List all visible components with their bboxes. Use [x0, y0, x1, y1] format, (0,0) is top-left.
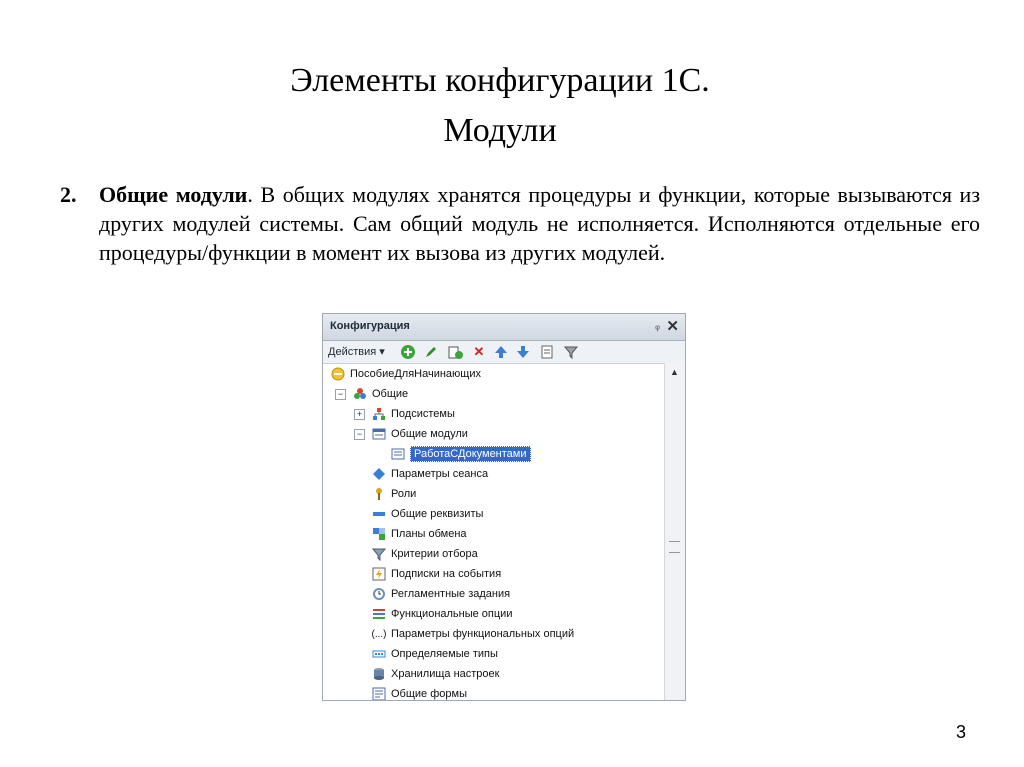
tree-item-event-subscriptions[interactable]: Подписки на события [372, 565, 501, 583]
configuration-panel: Конфигурация ᵩ ✕ Действия ▾ ✕ ПособиеДля… [322, 313, 686, 701]
tree-item-label: Роли [391, 488, 417, 500]
move-down-icon[interactable] [515, 344, 531, 360]
config-root-icon [331, 367, 345, 381]
session-params-icon [372, 467, 386, 481]
tree-item-subsystems[interactable]: Подсистемы [372, 405, 455, 423]
tree-item-filter-criteria[interactable]: Критерии отбора [372, 545, 478, 563]
tree-item-defined-types[interactable]: Определяемые типы [372, 645, 498, 663]
tree-item-scheduled-jobs[interactable]: Регламентные задания [372, 585, 510, 603]
actions-menu-button[interactable]: Действия ▾ [328, 345, 385, 358]
panel-title: Конфигурация [330, 320, 410, 332]
pin-icon[interactable]: ᵩ [655, 320, 660, 332]
move-up-icon[interactable] [493, 344, 509, 360]
event-subscriptions-icon [372, 567, 386, 581]
roles-icon [372, 487, 386, 501]
tree-item-label-selected: РаботаСДокументами [410, 446, 531, 462]
filter-icon[interactable] [563, 344, 579, 360]
tree-item-label: Хранилища настроек [391, 668, 500, 680]
tree-item-exchange-plans[interactable]: Планы обмена [372, 525, 467, 543]
tree-item-label: Подсистемы [391, 408, 455, 420]
functional-option-params-icon: (...) [371, 628, 387, 640]
slide-title: Элементы конфигурации 1С. Модули [0, 56, 1000, 156]
tree-item-label: Планы обмена [391, 528, 467, 540]
list-item: 2. Общие модули. В общих модулях хранятс… [60, 180, 980, 267]
tree-item-label: Общие формы [391, 688, 467, 700]
page-number: 3 [955, 722, 966, 742]
tree-item-label: Критерии отбора [391, 548, 478, 560]
tree-item-common-forms[interactable]: Общие формы [372, 685, 467, 700]
item-bold-term: Общие модули [99, 182, 248, 207]
defined-types-icon [372, 647, 386, 661]
subsystems-icon [372, 407, 386, 421]
scroll-up-icon[interactable]: ▲ [670, 367, 679, 377]
tree-item-root[interactable]: ПособиеДляНачинающих [331, 365, 481, 383]
configuration-tree: ПособиеДляНачинающих − Общие + Подсистем… [323, 363, 663, 700]
item-number: 2. [60, 182, 77, 207]
tree-item-module[interactable]: РаботаСДокументами [391, 445, 531, 463]
panel-toolbar: Действия ▾ ✕ [323, 341, 685, 364]
filter-criteria-icon [372, 547, 386, 561]
tree-item-label: Параметры функциональных опций [391, 628, 575, 640]
tree-item-common-attributes[interactable]: Общие реквизиты [372, 505, 483, 523]
collapse-icon[interactable]: − [354, 429, 365, 440]
tree-item-label: Общие [372, 388, 409, 400]
sort-icon[interactable] [539, 344, 555, 360]
common-modules-icon [372, 427, 386, 441]
panel-titlebar: Конфигурация ᵩ ✕ [323, 314, 685, 341]
tree-item-label: Общие реквизиты [391, 508, 484, 520]
common-forms-icon [372, 687, 386, 700]
tree-item-roles[interactable]: Роли [372, 485, 416, 503]
tree-item-label: ПособиеДляНачинающих [350, 368, 481, 380]
module-icon [391, 447, 405, 461]
item-text-block: Общие модули. В общих модулях хранятся п… [99, 180, 980, 267]
tree-item-label: Общие модули [391, 428, 468, 440]
slide-title-line2: Модули [443, 112, 557, 149]
tree-item-label: Регламентные задания [391, 588, 511, 600]
functional-options-icon [372, 607, 386, 621]
tree-item-session-params[interactable]: Параметры сеанса [372, 465, 488, 483]
tree-item-functional-options[interactable]: Функциональные опции [372, 605, 512, 623]
tree-item-label: Параметры сеанса [391, 468, 489, 480]
edit-icon[interactable] [423, 344, 439, 360]
tree-item-functional-option-params[interactable]: (...) Параметры функциональных опций [371, 625, 575, 643]
expand-icon[interactable]: + [354, 409, 365, 420]
collapse-icon[interactable]: − [335, 389, 346, 400]
add-copy-icon[interactable] [447, 344, 463, 360]
tree-item-common[interactable]: Общие [353, 385, 408, 403]
tree-item-settings-storage[interactable]: Хранилища настроек [372, 665, 499, 683]
common-attributes-icon [372, 507, 386, 521]
exchange-plans-icon [372, 527, 386, 541]
common-icon [353, 387, 367, 401]
tree-item-label: Функциональные опции [391, 608, 513, 620]
slide-title-line1: Элементы конфигурации 1С. [290, 62, 710, 99]
scheduled-jobs-icon [372, 587, 386, 601]
tree-item-common-modules[interactable]: Общие модули [372, 425, 468, 443]
tree-item-label: Подписки на события [391, 568, 502, 580]
tree-item-label: Определяемые типы [391, 648, 498, 660]
delete-icon[interactable]: ✕ [471, 344, 487, 360]
close-icon[interactable]: ✕ [666, 317, 679, 335]
vertical-scrollbar[interactable]: ▲ [664, 363, 685, 700]
add-icon[interactable] [400, 344, 416, 360]
scroll-grip[interactable] [669, 541, 680, 553]
settings-storage-icon [372, 667, 386, 681]
